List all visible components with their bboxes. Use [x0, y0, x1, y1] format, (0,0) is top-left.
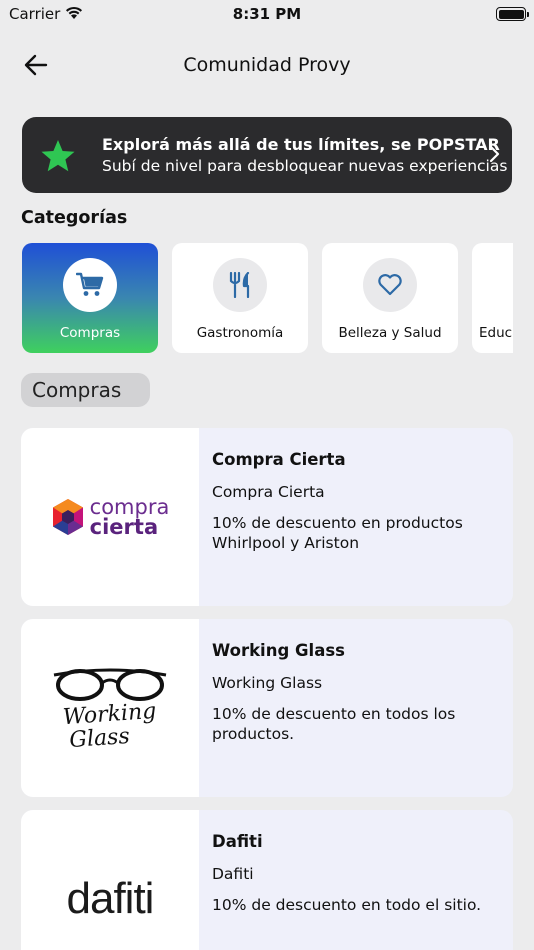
- offer-description: 10% de descuento en todo el sitio.: [212, 896, 482, 914]
- category-label: Gastronomía: [196, 325, 284, 341]
- navigation-bar: Comunidad Provy: [0, 42, 534, 88]
- offer-name: Compra Cierta: [212, 450, 346, 469]
- selected-category-chip: Compras: [21, 373, 150, 407]
- fork-knife-icon: [213, 258, 267, 312]
- offer-subtitle: Dafiti: [212, 865, 254, 883]
- category-compras[interactable]: Compras: [22, 243, 158, 353]
- categories-heading: Categorías: [21, 208, 128, 228]
- chevron-right-icon: [489, 145, 500, 163]
- category-belleza-salud[interactable]: Belleza y Salud: [322, 243, 458, 353]
- logo-text: cierta: [89, 515, 159, 539]
- shopping-cart-icon: [63, 258, 117, 312]
- banner-title: Explorá más allá de tus límites, se POPS…: [102, 135, 500, 154]
- offer-card-compra-cierta[interactable]: compra cierta Compra Cierta Compra Ciert…: [21, 428, 513, 606]
- category-gastronomia[interactable]: Gastronomía: [172, 243, 308, 353]
- offer-card-working-glass[interactable]: Working Glass Working Glass Working Glas…: [21, 619, 513, 797]
- logo-text: compra: [89, 495, 170, 519]
- offer-description: 10% de descuento en productos Whirlpool …: [212, 514, 463, 552]
- offer-subtitle: Compra Cierta: [212, 483, 325, 501]
- dafiti-logo: dafiti: [21, 810, 199, 950]
- compra-cierta-logo: compra cierta: [21, 428, 199, 606]
- offer-card-dafiti[interactable]: dafiti Dafiti Dafiti 10% de descuento en…: [21, 810, 513, 950]
- category-label: Educación: [479, 325, 513, 341]
- category-educacion[interactable]: Educación: [472, 243, 513, 353]
- logo-text: Glass: [69, 724, 131, 753]
- status-time: 8:31 PM: [232, 5, 302, 23]
- categories-carousel[interactable]: Compras Gastronomía Belleza y Salud Educ…: [22, 243, 513, 353]
- offer-name: Dafiti: [212, 832, 263, 851]
- category-label: Compras: [59, 325, 121, 341]
- logo-text: dafiti: [66, 874, 155, 923]
- battery-icon: [496, 7, 529, 21]
- star-icon: [41, 140, 75, 172]
- offer-subtitle: Working Glass: [212, 674, 323, 692]
- working-glass-logo: Working Glass: [21, 619, 199, 797]
- offer-name: Working Glass: [212, 641, 345, 660]
- page-title: Comunidad Provy: [183, 54, 351, 76]
- popstar-banner[interactable]: Explorá más allá de tus límites, se POPS…: [22, 117, 512, 193]
- banner-subtitle: Subí de nivel para desbloquear nuevas ex…: [102, 157, 508, 175]
- heart-icon: [363, 258, 417, 312]
- status-bar: Carrier 8:31 PM: [0, 0, 534, 30]
- offer-description: 10% de descuento en todos los productos.: [212, 705, 456, 743]
- category-label: Belleza y Salud: [338, 325, 442, 341]
